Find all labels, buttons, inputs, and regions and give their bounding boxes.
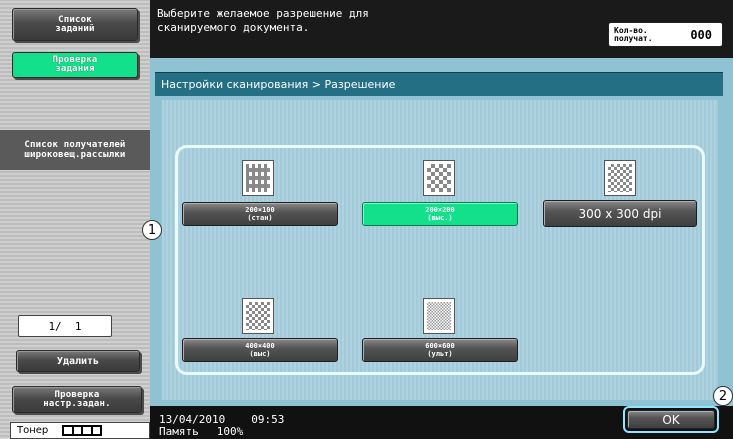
callout-1: 1 [142,220,162,240]
fine-pattern-icon [423,298,455,334]
recipient-count-label: Кол-во. получат. [614,25,653,43]
ok-button[interactable]: OK [623,406,719,433]
job-check-label: Проверка задания [52,55,98,74]
check-job-settings-label: Проверка настр.задан. [43,389,111,409]
page-indicator: 1/ 1 [18,315,112,337]
job-list-label: Список заданий [55,14,95,34]
check-job-settings-button[interactable]: Проверка настр.задан. [12,386,142,413]
status-time: 09:53 [251,413,285,426]
resolution-200x200-button[interactable]: 200×200 (выс.) [362,202,518,226]
recipient-count-value: 000 [690,27,712,42]
breadcrumb: Настройки сканирования > Разрешение [155,72,723,96]
broadcast-destination-list: Список получателей широковещ.рассылки [0,130,150,170]
coarse-pattern-icon [242,160,274,196]
toner-level-meter [62,425,103,436]
toner-label: Тонер [17,425,49,436]
checker-pattern-icon [242,298,274,334]
toner-indicator: Тонер [10,422,150,439]
memory-label: Память [159,425,199,438]
resolution-600x600-button[interactable]: 600×600 (ульт) [362,338,518,362]
delete-button[interactable]: Удалить [16,350,140,372]
recipient-count-box: Кол-во. получат. 000 [608,22,723,47]
job-list-button[interactable]: Список заданий [12,8,138,41]
resolution-400x400-button[interactable]: 400×400 (выс) [182,338,338,362]
checker-pattern-icon [604,160,636,196]
job-check-button[interactable]: Проверка задания [12,52,138,78]
left-panel: Список заданий Проверка задания Список п… [0,0,150,439]
checker-pattern-icon [423,160,455,196]
callout-2: 2 [713,386,733,406]
ok-label: OK [627,410,715,429]
resolution-200x100-button[interactable]: 200×100 (стан) [182,202,338,226]
resolution-300x300-button[interactable]: 300 x 300 dpi [543,200,697,227]
memory-value: 100% [216,425,244,438]
instruction-line-1: Выберите желаемое разрешение для [157,7,369,20]
delete-label: Удалить [56,355,100,367]
